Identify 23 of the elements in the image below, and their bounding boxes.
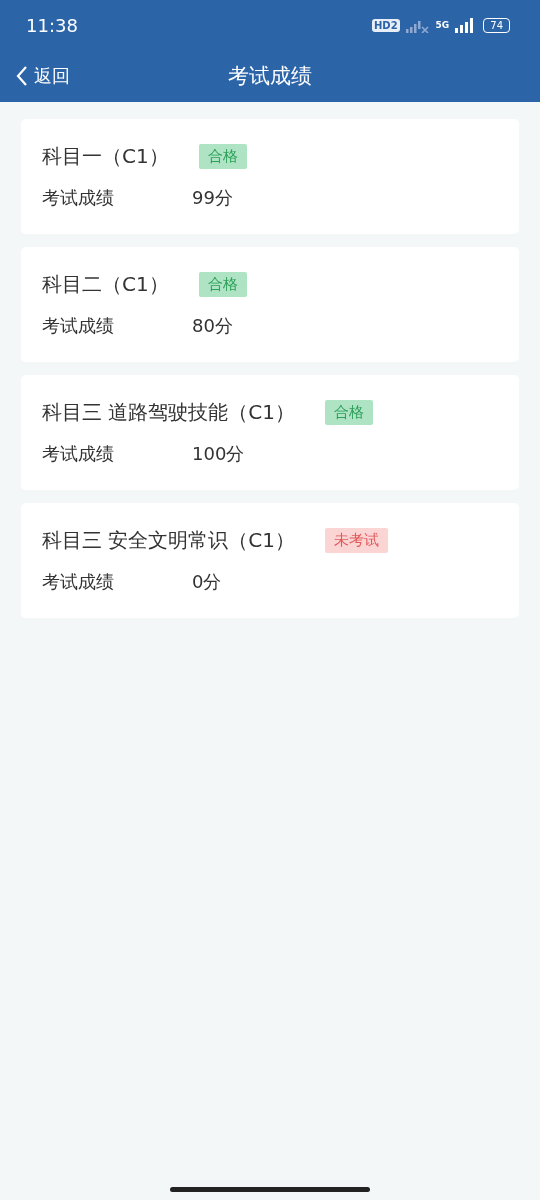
score-value: 80分	[192, 314, 233, 338]
score-label: 考试成绩	[42, 442, 115, 466]
score-label: 考试成绩	[42, 186, 115, 210]
score-value: 100分	[192, 442, 245, 466]
subject-name: 科目三 安全文明常识（C1）	[42, 527, 296, 554]
subject-name: 科目三 道路驾驶技能（C1）	[42, 399, 296, 426]
status-tag: 合格	[325, 400, 374, 425]
subject-name: 科目二（C1）	[42, 271, 169, 298]
status-tag: 合格	[198, 272, 247, 297]
status-time: 11:38	[26, 14, 78, 36]
score-value: 99分	[192, 186, 233, 210]
battery-icon: 74	[483, 17, 510, 33]
status-tag: 合格	[198, 144, 247, 169]
score-label: 考试成绩	[42, 570, 115, 594]
score-value: 0分	[192, 570, 222, 594]
subject-name: 科目一（C1）	[42, 143, 169, 170]
network-label: 5G	[435, 20, 450, 30]
hd-badge: HD2	[371, 18, 400, 32]
status-tag: 未考试	[325, 528, 389, 553]
score-label: 考试成绩	[42, 314, 115, 338]
back-button[interactable]: 返回	[0, 64, 70, 88]
chevron-left-icon	[16, 65, 28, 87]
page-title: 考试成绩	[228, 63, 312, 90]
